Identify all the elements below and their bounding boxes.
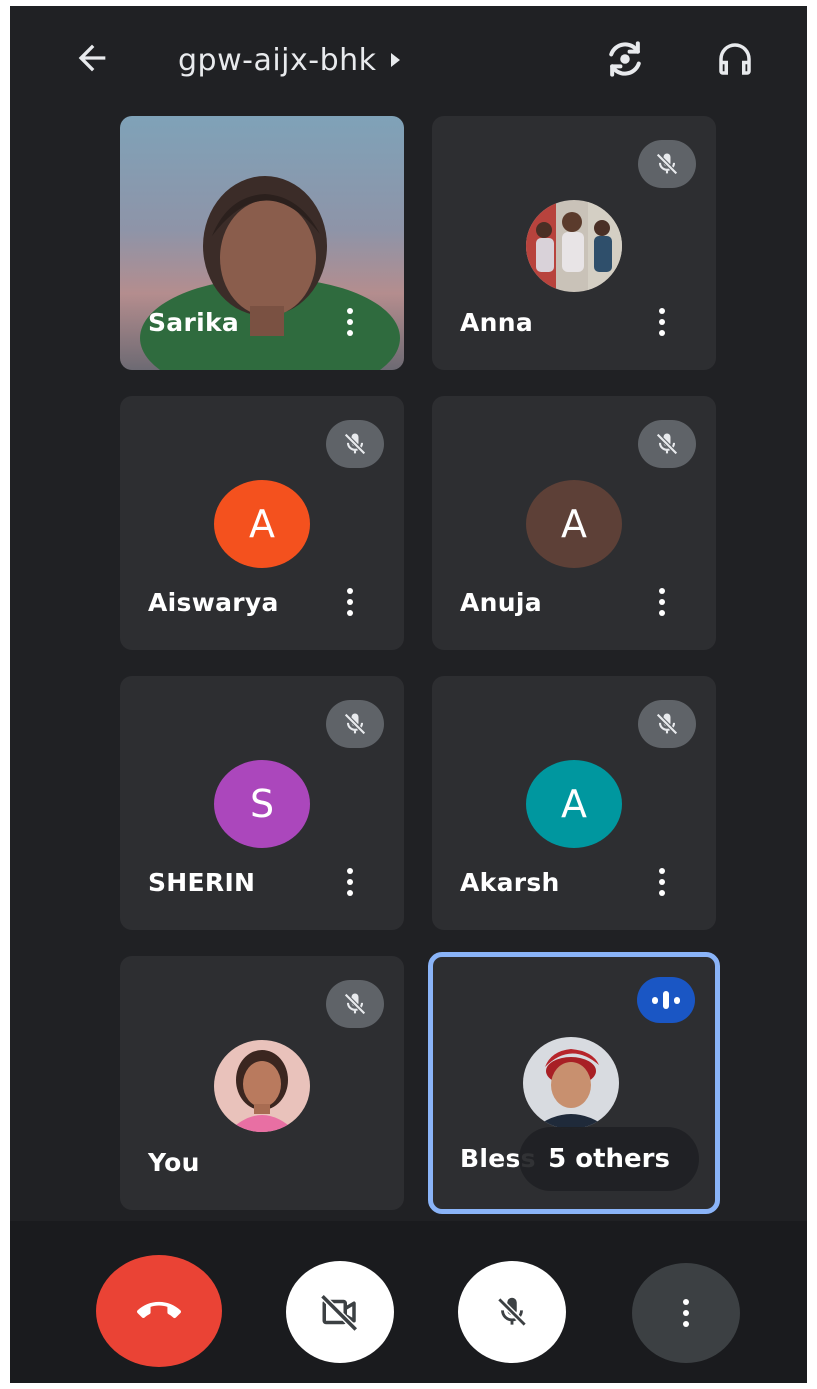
more-options-button[interactable] bbox=[632, 1263, 740, 1363]
participant-tile-akarsh[interactable]: A Akarsh bbox=[432, 676, 716, 930]
others-button[interactable]: 5 others bbox=[519, 1127, 699, 1191]
end-call-button[interactable] bbox=[96, 1255, 222, 1367]
speaking-indicator bbox=[637, 977, 695, 1023]
participant-avatar: S bbox=[214, 760, 310, 848]
participant-options-button[interactable] bbox=[648, 582, 676, 622]
call-controls-bar bbox=[10, 1221, 807, 1383]
more-vert-icon bbox=[659, 308, 665, 314]
meeting-info-button[interactable]: gpw-aijx-bhk bbox=[178, 36, 400, 84]
mic-off-icon bbox=[344, 713, 366, 735]
mic-off-icon bbox=[497, 1297, 527, 1327]
headphones-icon bbox=[719, 43, 751, 75]
more-vert-icon bbox=[347, 868, 353, 874]
participant-tile-sarika[interactable]: Sarika bbox=[120, 116, 404, 370]
more-vert-icon bbox=[659, 868, 665, 874]
participant-name: SHERIN bbox=[148, 868, 256, 897]
meeting-code: gpw-aijx-bhk bbox=[178, 42, 377, 78]
back-button[interactable] bbox=[68, 34, 116, 82]
participant-tile-bless[interactable]: Bless 5 others bbox=[428, 952, 720, 1214]
mic-off-icon bbox=[656, 153, 678, 175]
participant-tile-you[interactable]: You bbox=[120, 956, 404, 1210]
video-off-icon bbox=[320, 1294, 358, 1332]
participant-name: Sarika bbox=[148, 308, 240, 337]
muted-badge bbox=[326, 420, 384, 468]
caret-right-icon bbox=[390, 53, 400, 67]
participant-tile-anuja[interactable]: A Anuja bbox=[432, 396, 716, 650]
mic-off-icon bbox=[344, 993, 366, 1015]
participant-avatar bbox=[523, 1037, 619, 1129]
muted-badge bbox=[638, 700, 696, 748]
camera-toggle-button[interactable] bbox=[286, 1261, 394, 1363]
audio-output-button[interactable] bbox=[710, 34, 760, 84]
muted-badge bbox=[326, 980, 384, 1028]
participant-tile-sherin[interactable]: S SHERIN bbox=[120, 676, 404, 930]
participant-tile-anna[interactable]: Anna bbox=[432, 116, 716, 370]
switch-camera-button[interactable] bbox=[600, 34, 650, 84]
participant-options-button[interactable] bbox=[336, 302, 364, 342]
participant-name: Anna bbox=[460, 308, 534, 337]
muted-badge bbox=[638, 420, 696, 468]
mic-off-icon bbox=[656, 713, 678, 735]
participant-avatar bbox=[214, 1040, 310, 1132]
switch-camera-icon bbox=[609, 41, 641, 77]
participant-options-button[interactable] bbox=[648, 862, 676, 902]
mic-off-icon bbox=[344, 433, 366, 455]
muted-badge bbox=[326, 700, 384, 748]
arrow-left-icon bbox=[78, 44, 106, 72]
participant-name: You bbox=[148, 1148, 200, 1177]
participant-options-button[interactable] bbox=[336, 862, 364, 902]
participant-avatar: A bbox=[526, 480, 622, 568]
more-vert-icon bbox=[659, 588, 665, 594]
participant-name: Anuja bbox=[460, 588, 542, 617]
audio-level-icon bbox=[652, 996, 658, 1004]
mic-toggle-button[interactable] bbox=[458, 1261, 566, 1363]
meet-call-screen: gpw-aijx-bhk Sarika Anna A Aiswarya A An… bbox=[10, 6, 807, 1383]
participant-name: Aiswarya bbox=[148, 588, 279, 617]
participant-avatar: A bbox=[214, 480, 310, 568]
more-vert-icon bbox=[347, 588, 353, 594]
mic-off-icon bbox=[656, 433, 678, 455]
participant-avatar: A bbox=[526, 760, 622, 848]
participant-avatar bbox=[526, 200, 622, 292]
participant-name: Akarsh bbox=[460, 868, 560, 897]
participant-options-button[interactable] bbox=[648, 302, 676, 342]
participant-tile-aiswarya[interactable]: A Aiswarya bbox=[120, 396, 404, 650]
muted-badge bbox=[638, 140, 696, 188]
top-bar: gpw-aijx-bhk bbox=[10, 6, 807, 114]
more-vert-icon bbox=[683, 1299, 689, 1305]
more-vert-icon bbox=[347, 308, 353, 314]
phone-hangup-icon bbox=[137, 1301, 181, 1319]
participant-options-button[interactable] bbox=[336, 582, 364, 622]
